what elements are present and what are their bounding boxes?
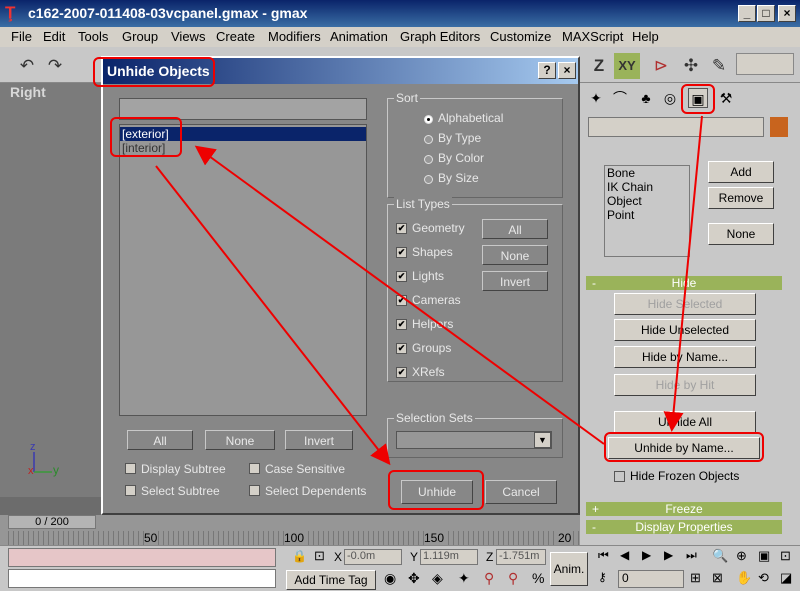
arrow-display-to-unhide — [663, 115, 703, 432]
annotation-arrows — [155, 115, 703, 466]
arrow-exterior-to-unhide-button — [155, 165, 391, 466]
